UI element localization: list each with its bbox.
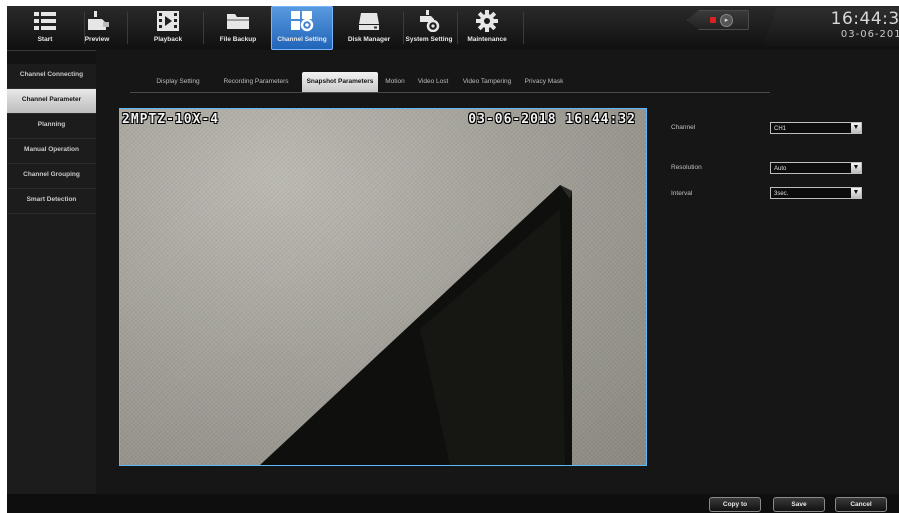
osd-channel-name: 2MPTZ-10X-4 xyxy=(122,112,220,127)
top-menu-bar: Start Preview Playback File Backup Chann… xyxy=(7,6,899,51)
tab-snapshot-parameters[interactable]: Snapshot Parameters xyxy=(302,72,378,92)
sidebar-item-channel-connecting[interactable]: Channel Connecting xyxy=(7,64,96,89)
arrow-right-icon: ▸ xyxy=(720,14,733,27)
menu-divider xyxy=(523,12,524,44)
cancel-button[interactable]: Cancel xyxy=(835,497,887,512)
tab-bar: Display Setting Recording Parameters Sna… xyxy=(130,70,770,93)
osd-timestamp: 03-06-2018 16:44:32 xyxy=(468,112,636,127)
record-dot-icon xyxy=(710,17,716,23)
sidebar: Channel Connecting Channel Parameter Pla… xyxy=(7,64,96,494)
menu-start-label: Start xyxy=(37,36,53,43)
sidebar-item-channel-parameter[interactable]: Channel Parameter xyxy=(7,89,96,114)
channel-select-value: CH1 xyxy=(774,126,787,132)
copy-to-button[interactable]: Copy to xyxy=(709,497,761,512)
tab-motion[interactable]: Motion xyxy=(380,72,410,92)
menu-divider xyxy=(203,12,204,44)
menu-file-backup-label: File Backup xyxy=(219,36,257,43)
resolution-label: Resolution xyxy=(671,164,702,171)
menu-playback[interactable]: Playback xyxy=(135,6,201,50)
menu-channel-setting[interactable]: Channel Setting xyxy=(271,6,333,50)
menu-channel-setting-label: Channel Setting xyxy=(277,36,327,43)
menu-disk-manager[interactable]: Disk Manager xyxy=(336,6,402,50)
app-window: Start Preview Playback File Backup Chann… xyxy=(7,6,899,513)
record-status-indicator[interactable]: ▸ xyxy=(687,10,749,30)
menu-system-setting-label: System Setting xyxy=(405,36,453,43)
sidebar-item-smart-detection[interactable]: Smart Detection xyxy=(7,189,96,214)
tab-video-lost[interactable]: Video Lost xyxy=(412,72,454,92)
sidebar-item-channel-grouping[interactable]: Channel Grouping xyxy=(7,164,96,189)
tab-recording-parameters[interactable]: Recording Parameters xyxy=(212,72,300,92)
resolution-select-value: Auto xyxy=(774,166,787,172)
clock-time: 16:44:32 xyxy=(830,9,899,29)
interval-label: Interval xyxy=(671,190,693,197)
camera-gear-icon xyxy=(417,10,441,32)
chevron-down-icon: ▼ xyxy=(851,188,861,198)
menu-maintenance[interactable]: Maintenance xyxy=(455,6,519,50)
gear-icon xyxy=(476,10,498,32)
menu-system-setting[interactable]: System Setting xyxy=(399,6,459,50)
main-panel: Display Setting Recording Parameters Sna… xyxy=(96,50,899,494)
film-icon xyxy=(157,10,179,32)
chevron-down-icon: ▼ xyxy=(851,163,861,173)
resolution-select[interactable]: Auto ▼ xyxy=(770,162,862,174)
menu-file-backup[interactable]: File Backup xyxy=(206,6,270,50)
video-preview[interactable]: 2MPTZ-10X-4 03-06-2018 16:44:32 xyxy=(119,108,647,466)
clock-date: 03-06-2018 xyxy=(840,29,899,40)
tab-privacy-mask[interactable]: Privacy Mask xyxy=(520,72,568,92)
menu-maintenance-label: Maintenance xyxy=(467,36,507,43)
menu-preview[interactable]: Preview xyxy=(67,6,127,50)
interval-select[interactable]: 3sec. ▼ xyxy=(770,187,862,199)
channel-setting-icon xyxy=(290,10,314,32)
grid-menu-icon xyxy=(34,10,56,32)
tab-video-tampering[interactable]: Video Tampering xyxy=(456,72,518,92)
disk-icon xyxy=(358,10,380,32)
chevron-down-icon: ▼ xyxy=(851,123,861,133)
sidebar-item-planning[interactable]: Planning xyxy=(7,114,96,139)
menu-playback-label: Playback xyxy=(153,36,183,43)
channel-label: Channel xyxy=(671,124,696,131)
bottom-action-bar: Copy to Save Cancel xyxy=(7,494,899,513)
interval-select-value: 3sec. xyxy=(774,191,789,197)
save-button[interactable]: Save xyxy=(773,497,825,512)
tab-display-setting[interactable]: Display Setting xyxy=(146,72,210,92)
monitor-silhouette xyxy=(260,185,572,465)
channel-select[interactable]: CH1 ▼ xyxy=(770,122,862,134)
folder-icon xyxy=(226,10,250,32)
clock: 16:44:32 03-06-2018 xyxy=(763,8,899,46)
menu-disk-manager-label: Disk Manager xyxy=(347,36,391,43)
camera-icon xyxy=(84,10,110,32)
menu-divider xyxy=(127,12,128,44)
sidebar-item-manual-operation[interactable]: Manual Operation xyxy=(7,139,96,164)
menu-preview-label: Preview xyxy=(84,36,110,43)
